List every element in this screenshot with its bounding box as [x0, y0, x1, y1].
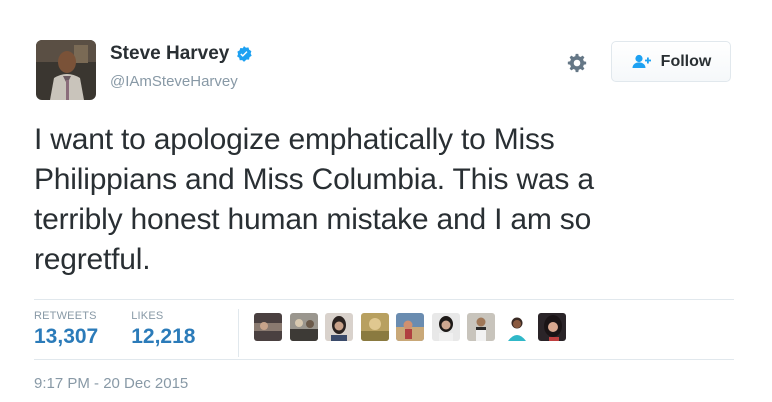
user-name-row[interactable]: Steve Harvey [110, 43, 253, 65]
tweet-text-line: Philippians and Miss Columbia. This was … [34, 163, 594, 196]
likes-label: LIKES [131, 310, 164, 322]
tweet-text-line: terribly honest human mistake and I am s… [34, 203, 592, 236]
follow-button-label: Follow [660, 52, 712, 70]
verified-badge-icon [237, 46, 253, 62]
liker-avatar[interactable] [431, 313, 460, 341]
liker-avatar[interactable] [325, 313, 353, 341]
stats-separator [238, 309, 239, 357]
retweets-count[interactable]: 13,307 [34, 325, 98, 349]
liker-avatars [254, 313, 574, 341]
tweet-text-line: I want to apologize emphatically to Miss [34, 123, 555, 156]
liker-avatar[interactable] [360, 313, 389, 341]
user-name[interactable]: Steve Harvey [110, 43, 229, 65]
liker-avatar[interactable] [502, 313, 531, 341]
gear-icon[interactable] [566, 52, 588, 74]
liker-avatar[interactable] [467, 313, 495, 341]
tweet-stats: RETWEETS 13,307 LIKES 12,218 [34, 310, 228, 360]
retweets-label: RETWEETS [34, 310, 97, 322]
add-user-icon [632, 54, 651, 68]
liker-avatar[interactable] [289, 313, 318, 341]
tweet-text: I want to apologize emphatically to Miss… [34, 120, 744, 280]
follow-button[interactable]: Follow [611, 41, 731, 82]
liker-avatar[interactable] [538, 313, 566, 341]
liker-avatar[interactable] [396, 313, 424, 341]
liker-avatar[interactable] [254, 313, 282, 341]
divider [34, 359, 734, 360]
divider [34, 299, 734, 300]
likes-count[interactable]: 12,218 [131, 325, 195, 349]
avatar[interactable] [36, 40, 96, 100]
likes-stat[interactable]: LIKES 12,218 [131, 310, 195, 360]
tweet-text-line: regretful. [34, 243, 151, 276]
user-handle[interactable]: @IAmSteveHarvey [110, 73, 238, 90]
retweets-stat[interactable]: RETWEETS 13,307 [34, 310, 98, 360]
tweet-timestamp[interactable]: 9:17 PM - 20 Dec 2015 [34, 375, 188, 392]
